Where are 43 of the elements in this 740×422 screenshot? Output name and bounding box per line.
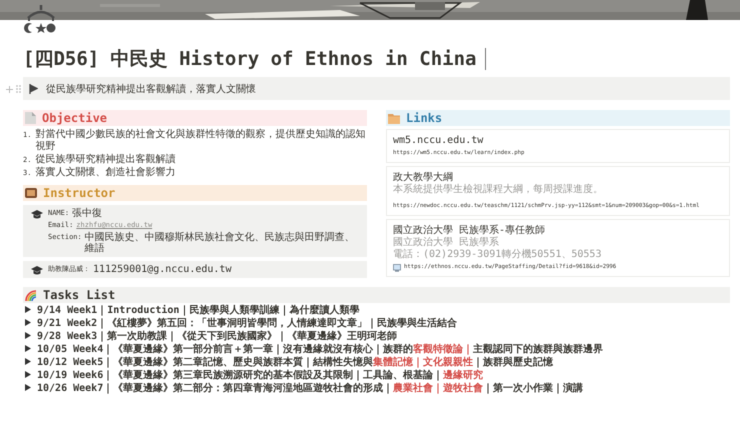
- list-text: 從民族學研究精神提出客觀解讀: [35, 154, 176, 166]
- list-text: 落實人文關懷、創造社會影響力: [35, 167, 176, 179]
- field-value: 中國民族史、中國穆斯林民族社會文化、民族志與田野調查、維語: [84, 232, 356, 254]
- field-value: 張中復: [72, 208, 102, 219]
- bookmark-title: wm5.nccu.edu.tw: [393, 134, 484, 147]
- graduation-cap-icon: [31, 210, 43, 219]
- toggle-icon[interactable]: [25, 306, 31, 313]
- toggle-icon[interactable]: [25, 358, 31, 365]
- bookmark-description: 國立政治大學 民族學系: [393, 237, 500, 248]
- list-text: 對當代中國少數民族的社會文化與族群性特徵的觀察，提供歷史知識的認知視野: [35, 129, 366, 153]
- heading-text: Tasks List: [43, 288, 116, 302]
- task-title: 9/21 Week2｜《紅樓夢》第五回：「世事洞明皆學問，人情練達即文章」｜民族學與生活結合: [37, 316, 458, 330]
- toggle-icon[interactable]: [25, 345, 31, 352]
- task-title: 10/12 Week5｜《華夏邊緣》第二章記憶、歷史與族群本質｜結構性失憶與集體記憶｜文化親親性｜族群與歷史記憶: [37, 355, 554, 368]
- page-title: [四D56] 中民史 History of Ethnos in China: [23, 47, 476, 72]
- plus-icon: [6, 86, 13, 92]
- bookmark-detail: 電話：(02)2939-3091轉分機50551、50553: [393, 249, 602, 261]
- heading-text: Links: [406, 111, 442, 125]
- rainbow-icon: [25, 290, 37, 300]
- task-title: 9/28 Week3｜第一次助教課｜《從天下到民族國家》｜《華夏邊緣》王明珂老師: [37, 329, 398, 342]
- toggle-icon[interactable]: [25, 384, 31, 391]
- text-cursor: [484, 48, 486, 70]
- pavilion-logo-icon: [24, 4, 58, 34]
- bookmark-description: 本系統提供學生檢視課程大綱，每周授課進度。: [393, 184, 604, 196]
- toggle-icon[interactable]: [25, 319, 31, 326]
- heading-text: Objective: [42, 111, 108, 125]
- flag-icon: [29, 84, 38, 94]
- callout-text: 從民族學研究精神提出客觀解讀，落實人文關懷: [46, 82, 256, 96]
- bookmark-title: 國立政治大學 民族學系-專任教師: [393, 224, 546, 236]
- graduation-cap-icon: [31, 266, 43, 275]
- heading-text: Instructor: [43, 186, 116, 200]
- drag-handle-icon: [16, 85, 21, 93]
- task-title: 10/05 Week4｜《華夏邊緣》第一部分前言＋第一章｜沒有邊緣就沒有核心｜族群的客觀特徵論｜主觀認同下的族群與族群邊界: [37, 342, 604, 356]
- task-title: 9/14 Week1｜Introduction｜民族學與人類學訓練｜為什麼讀人類學: [37, 304, 360, 316]
- field-value: 111259001@g.nccu.edu.tw: [93, 264, 232, 275]
- task-title: 10/26 Week7｜《華夏邊緣》第二部分：第四章青海河湟地區遊牧社會的形成｜農業社會｜遊牧社會｜第一次小作業｜演講: [37, 381, 584, 394]
- task-title: 10/19 Week6｜《華夏邊緣》第三章民族溯源研究的基本假設及其限制｜工具論、根基論｜邊緣研究: [37, 368, 484, 382]
- toggle-icon[interactable]: [25, 332, 31, 339]
- toggle-icon[interactable]: [25, 371, 31, 378]
- television-icon: [25, 187, 37, 199]
- bookmark-title: 政大教學大綱: [393, 171, 454, 184]
- folder-icon: [388, 112, 400, 124]
- document-icon: [25, 112, 36, 124]
